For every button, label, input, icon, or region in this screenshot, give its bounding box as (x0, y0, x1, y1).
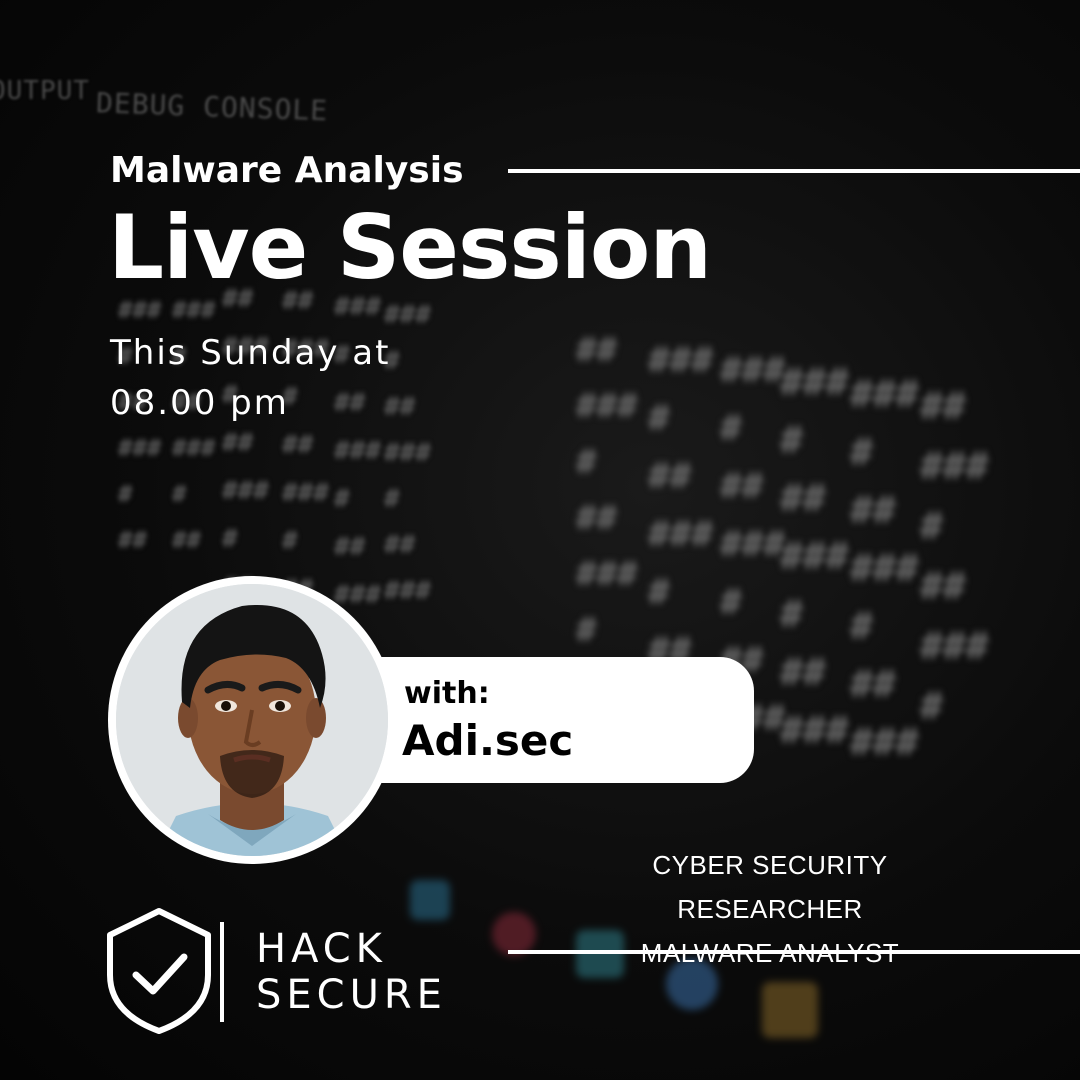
background-glyph: ### (384, 576, 431, 606)
event-day: This Sunday at (110, 333, 391, 373)
host-with-label: with: (404, 676, 490, 711)
background-glyph: ## (920, 564, 966, 608)
background-glyph: # (920, 684, 943, 728)
background-glyph: ## (576, 498, 617, 538)
background-glyph: ## (780, 476, 826, 520)
background-glyph: ### (282, 478, 329, 508)
background-glyph: ### (172, 296, 216, 324)
background-glyph: ## (576, 330, 617, 370)
background-glyph: ### (118, 434, 162, 462)
background-glyph: ### (850, 372, 919, 416)
background-glyph: # (780, 592, 803, 636)
event-schedule: This Sunday at 08.00 pm (110, 328, 390, 428)
background-glyph: # (222, 524, 238, 554)
background-glyph: ### (334, 580, 381, 610)
event-poster: OUTPUT DEBUG CONSOLE ###################… (0, 0, 1080, 1080)
background-glyph: ### (780, 360, 849, 404)
event-time: 08.00 pm (110, 383, 289, 423)
background-glyph: ### (920, 444, 989, 488)
background-glyph: ## (720, 466, 764, 507)
brand-name: HACK SECURE (256, 926, 447, 1018)
background-glyph: # (720, 582, 742, 623)
background-glyph: # (282, 526, 298, 556)
background-glyph: # (920, 504, 943, 548)
background-glyph: # (334, 484, 350, 514)
background-glyph: ### (222, 476, 269, 506)
host-role-primary: CYBER SECURITY RESEARCHER (652, 850, 888, 924)
brand-divider (220, 922, 224, 1022)
shield-check-icon (107, 908, 211, 1034)
background-glyph: # (576, 442, 597, 482)
background-glyph: ### (384, 438, 431, 468)
background-glyph: ## (334, 532, 366, 562)
background-glyph: ### (334, 436, 381, 466)
background-glyph: # (720, 408, 742, 449)
background-glyph: # (648, 398, 670, 439)
host-roles: CYBER SECURITY RESEARCHER MALWARE ANALYS… (560, 843, 980, 975)
background-glyph: ## (282, 430, 314, 460)
background-glyph: ## (384, 530, 416, 560)
background-glyph: ## (850, 488, 896, 532)
background-glyph: ## (850, 662, 896, 706)
background-glyph: ### (920, 624, 989, 668)
background-glyph: ### (172, 434, 216, 462)
event-subtitle: Malware Analysis (110, 150, 464, 191)
background-glyph: ## (118, 526, 147, 554)
divider-line-top (508, 169, 1080, 173)
background-glyph: # (384, 484, 400, 514)
background-glyph: ### (648, 514, 714, 555)
background-glyph: ### (780, 534, 849, 578)
event-title: Live Session (108, 196, 712, 299)
background-glyph: ### (648, 340, 714, 381)
background-glyph: ### (720, 524, 786, 565)
background-glyph: ### (576, 554, 638, 594)
host-portrait-illustration (116, 584, 388, 856)
background-glyph: ### (780, 708, 849, 752)
background-glyph: ### (118, 296, 162, 324)
background-glyph: ## (648, 456, 692, 497)
background-glyph: ### (576, 386, 638, 426)
background-glyph: # (172, 480, 187, 508)
background-glyph: # (850, 430, 873, 474)
background-glyph: ## (222, 428, 254, 458)
background-glyph: ### (850, 720, 919, 764)
host-name: Adi.sec (402, 716, 574, 765)
background-glyph: # (648, 572, 670, 613)
background-glyph: # (780, 418, 803, 462)
background-glyph: ### (720, 350, 786, 391)
background-glyph: # (850, 604, 873, 648)
divider-line-bottom (508, 950, 1080, 954)
background-taskbar-icon (410, 880, 450, 920)
brand-line-2: SECURE (256, 972, 447, 1018)
background-taskbar-icon (762, 982, 818, 1038)
background-glyph: ## (920, 384, 966, 428)
background-glyph: # (576, 610, 597, 650)
host-avatar (116, 584, 388, 856)
background-glyph: ### (384, 300, 431, 330)
brand-line-1: HACK (256, 926, 387, 972)
background-glyph: ### (850, 546, 919, 590)
background-glyph: # (118, 480, 133, 508)
background-glyph: ## (780, 650, 826, 694)
background-glyph: ## (172, 526, 201, 554)
